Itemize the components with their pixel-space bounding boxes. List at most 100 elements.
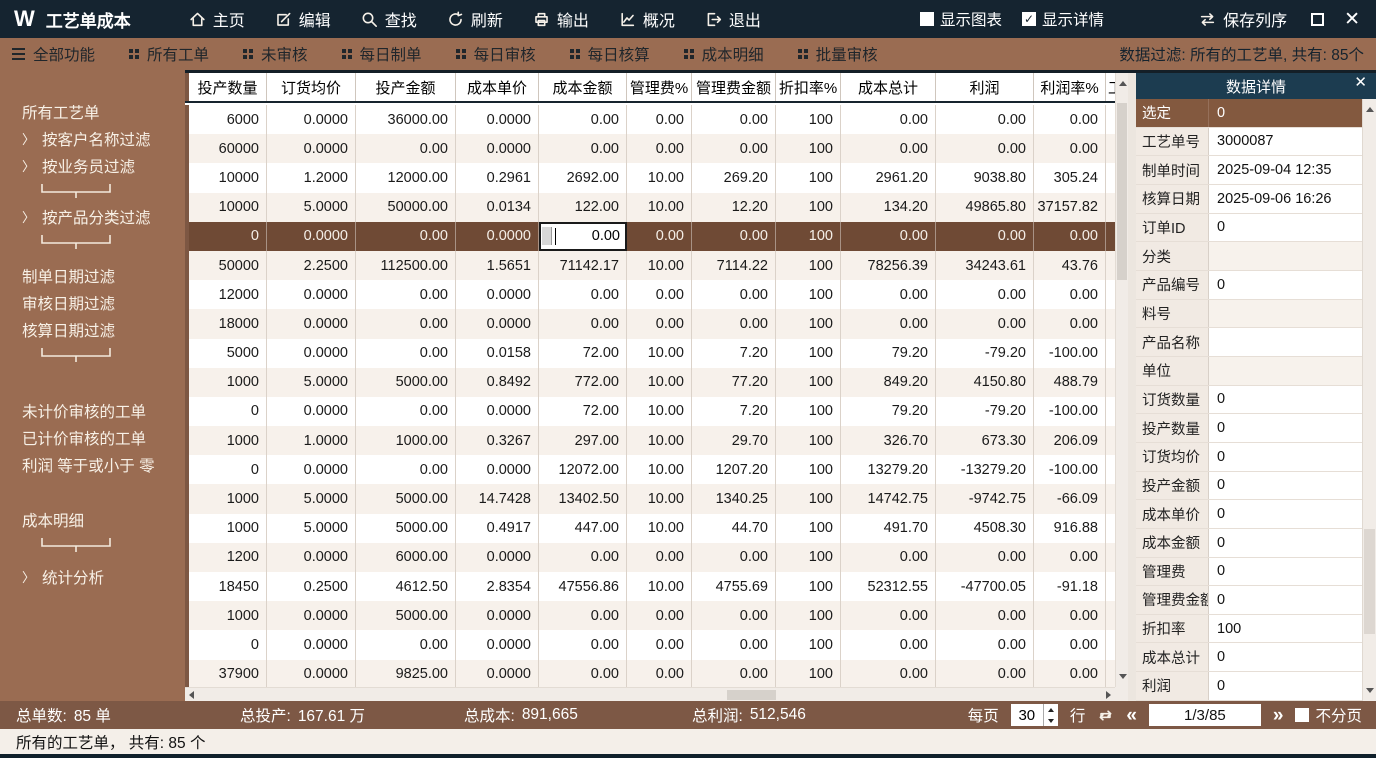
table-row[interactable]: 184500.25004612.502.835447556.8610.00475… [185,572,1115,601]
table-cell[interactable]: 0.00 [841,660,936,687]
details-scrollbar[interactable] [1362,99,1376,701]
detail-value[interactable]: 0 [1209,386,1362,414]
table-cell[interactable]: 10.00 [627,339,692,368]
table-cell[interactable]: 14.7428 [456,484,539,513]
table-cell[interactable]: 0.0000 [267,601,356,630]
table-cell[interactable]: 0.00 [841,630,936,659]
table-cell[interactable]: 0.00 [627,134,692,163]
table-cell[interactable]: 44.70 [692,514,776,543]
detail-value[interactable]: 0 [1209,214,1362,242]
table-cell[interactable]: 47556.86 [539,572,627,601]
table-cell[interactable]: 100 [776,309,841,338]
table-cell[interactable]: 1000 [189,601,267,630]
detail-value[interactable] [1209,328,1362,356]
toolbar-item[interactable]: 成本明细 [684,43,764,65]
table-cell[interactable]: 1207.20 [692,455,776,484]
table-cell[interactable]: 0.00 [356,339,456,368]
menu-item[interactable]: 主页 [189,7,245,31]
table-cell[interactable]: 49865.80 [936,193,1034,222]
table-cell[interactable]: 100 [776,368,841,397]
table-cell[interactable]: 10000 [189,163,267,192]
detail-value[interactable]: 0 [1209,529,1362,557]
table-cell[interactable]: 0 [189,222,267,251]
table-cell[interactable]: 14742.75 [841,484,936,513]
table-cell[interactable]: 1000 [189,484,267,513]
detail-value[interactable]: 3000087 [1209,128,1362,156]
table-cell[interactable]: 0.0000 [267,455,356,484]
table-cell[interactable]: 491.70 [841,514,936,543]
table-cell[interactable]: 0.0000 [267,309,356,338]
detail-row[interactable]: 管理费0 [1136,558,1362,587]
table-cell[interactable]: 269.20 [692,163,776,192]
table-cell[interactable]: 100 [776,397,841,426]
table-cell[interactable]: 0 [189,455,267,484]
table-cell[interactable]: 0.0000 [456,601,539,630]
toolbar-item[interactable]: 全部功能 [12,43,95,65]
table-cell[interactable]: 122.00 [539,193,627,222]
table-cell[interactable]: 0.00 [936,222,1034,251]
stepper-up-button[interactable] [1044,704,1058,715]
table-cell[interactable]: 2.2500 [267,251,356,280]
table-cell[interactable]: 1340.25 [692,484,776,513]
table-cell[interactable]: 0.00 [1034,543,1106,572]
table-cell[interactable]: 0.00 [692,543,776,572]
table-cell[interactable]: 1200 [189,543,267,572]
table-row[interactable]: 10005.00005000.0014.742813402.5010.00134… [185,484,1115,513]
table-cell[interactable]: -79.20 [936,339,1034,368]
table-cell[interactable]: 5000.00 [356,514,456,543]
detail-row[interactable]: 分类 [1136,242,1362,271]
table-cell[interactable]: 673.30 [936,426,1034,455]
table-cell[interactable]: 0.0000 [456,543,539,572]
detail-row[interactable]: 制单时间2025-09-04 12:35 [1136,156,1362,185]
scroll-right-arrow-icon[interactable] [1106,691,1111,699]
next-page-button[interactable]: » [1273,706,1284,725]
table-cell[interactable]: 43.76 [1034,251,1106,280]
table-cell[interactable]: 916.88 [1034,514,1106,543]
table-cell[interactable]: 0.0000 [456,309,539,338]
table-cell[interactable]: 0.00 [356,397,456,426]
display-toggle[interactable]: ✓显示详情 [1022,8,1104,30]
table-cell[interactable]: 79.20 [841,339,936,368]
table-cell[interactable]: 0.0000 [267,339,356,368]
table-cell[interactable]: 0.00 [356,309,456,338]
table-cell[interactable]: 5.0000 [267,514,356,543]
table-cell[interactable]: 0.4917 [456,514,539,543]
table-cell[interactable]: 10.00 [627,163,692,192]
table-cell[interactable]: 0.00 [627,660,692,687]
table-row[interactable]: 00.00000.000.000072.0010.007.2010079.20-… [185,397,1115,426]
table-cell[interactable]: 0.00 [841,134,936,163]
table-cell[interactable]: 10.00 [627,455,692,484]
detail-row[interactable]: 成本总计0 [1136,643,1362,672]
table-cell[interactable]: 0 [189,397,267,426]
table-cell[interactable]: 0.0000 [456,630,539,659]
table-cell[interactable]: 1.5651 [456,251,539,280]
table-cell[interactable]: 0.00 [692,105,776,134]
table-cell[interactable]: 18000 [189,309,267,338]
table-cell[interactable]: 0.00 [692,309,776,338]
table-cell[interactable]: 0.00 [692,601,776,630]
detail-row[interactable]: 管理费金额0 [1136,586,1362,615]
table-cell[interactable]: 2961.20 [841,163,936,192]
reload-pages-icon[interactable] [1097,707,1114,724]
table-cell[interactable]: 447.00 [539,514,627,543]
table-cell[interactable]: 100 [776,280,841,309]
table-cell[interactable]: 0.00 [539,105,627,134]
table-cell[interactable]: 72.00 [539,339,627,368]
table-cell[interactable]: 100 [776,660,841,687]
table-cell[interactable]: 0.2961 [456,163,539,192]
detail-row[interactable]: 产品名称 [1136,328,1362,357]
table-cell[interactable]: 849.20 [841,368,936,397]
cell-editor[interactable]: 0.00 [539,222,627,251]
table-cell[interactable]: 5.0000 [267,193,356,222]
table-cell[interactable]: 10.00 [627,397,692,426]
table-cell[interactable]: 36000.00 [356,105,456,134]
table-cell[interactable]: -47700.05 [936,572,1034,601]
scroll-left-arrow-icon[interactable] [189,691,194,699]
table-cell[interactable]: 0.0000 [267,397,356,426]
table-cell[interactable]: 0.00 [539,543,627,572]
table-cell[interactable]: 326.70 [841,426,936,455]
detail-row[interactable]: 订单ID0 [1136,214,1362,243]
column-header[interactable]: 管理费金额 [692,73,776,101]
table-cell[interactable]: 134.20 [841,193,936,222]
table-cell[interactable]: 0.0134 [456,193,539,222]
